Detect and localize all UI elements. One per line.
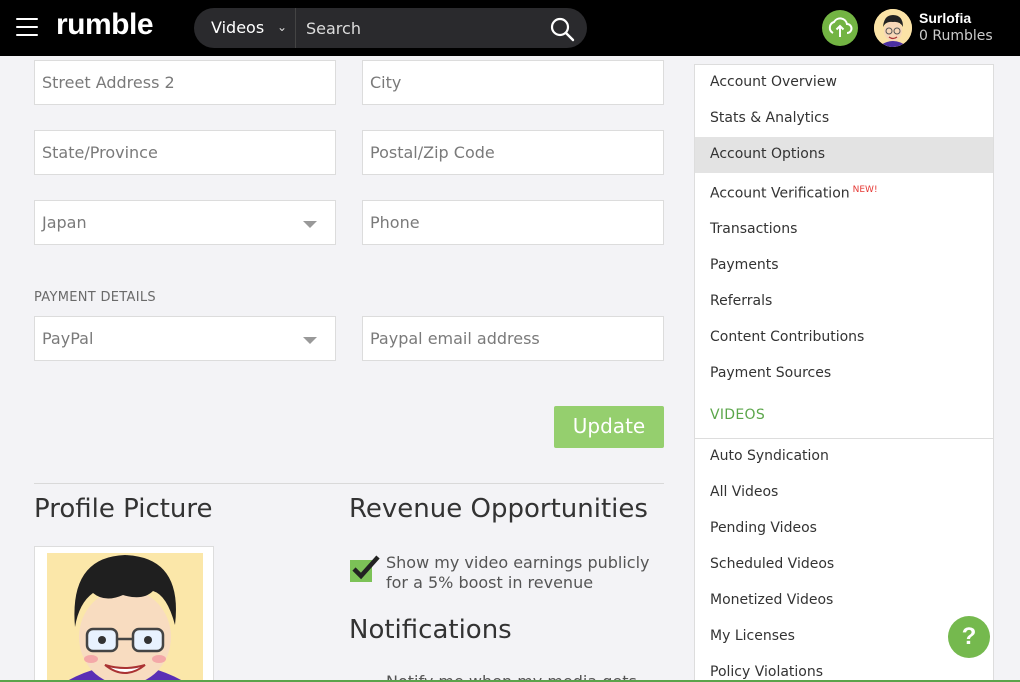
sidebar-item-monetized-videos[interactable]: Monetized Videos — [695, 583, 993, 619]
state-province-field[interactable]: State/Province — [34, 130, 336, 175]
phone-field[interactable]: Phone — [362, 200, 664, 245]
update-button[interactable]: Update — [554, 406, 664, 448]
earnings-label-line2: for a 5% boost in revenue — [386, 573, 594, 592]
user-rumbles-count: 0 Rumbles — [919, 28, 993, 44]
sidebar-item-account-verification[interactable]: Account Verification NEW! — [695, 176, 993, 212]
payment-method-value: PayPal — [42, 329, 94, 348]
sidebar-item-account-overview[interactable]: Account Overview — [695, 65, 993, 101]
payment-method-select[interactable]: PayPal — [34, 316, 336, 361]
sidebar-item-payment-sources[interactable]: Payment Sources — [695, 356, 993, 392]
hamburger-menu-icon[interactable] — [16, 18, 38, 36]
new-badge: NEW! — [852, 185, 878, 195]
chevron-down-icon: ⌄ — [276, 20, 287, 34]
search-bar: Videos ⌄ — [194, 8, 587, 48]
help-button[interactable]: ? — [948, 616, 990, 658]
user-name[interactable]: Surlofia — [919, 10, 971, 26]
paypal-email-field[interactable]: Paypal email address — [362, 316, 664, 361]
city-field[interactable]: City — [362, 60, 664, 105]
checkmark-icon — [352, 555, 380, 580]
sidebar-item-auto-syndication[interactable]: Auto Syndication — [695, 439, 993, 475]
earnings-label-line1: Show my video earnings publicly — [386, 553, 650, 572]
account-side-menu: Account Overview Stats & Analytics Accou… — [694, 64, 994, 682]
videos-section-heading: VIDEOS — [710, 407, 766, 423]
sidebar-item-transactions[interactable]: Transactions — [695, 212, 993, 248]
sidebar-item-stats-analytics[interactable]: Stats & Analytics — [695, 101, 993, 137]
upload-icon[interactable] — [822, 10, 858, 46]
top-navigation-bar: rumble Videos ⌄ Surlofia 0 Rumbles — [0, 0, 1020, 56]
search-icon[interactable] — [549, 16, 575, 42]
sidebar-item-all-videos[interactable]: All Videos — [695, 475, 993, 511]
rumble-logo[interactable]: rumble — [56, 8, 154, 42]
sidebar-item-payments[interactable]: Payments — [695, 248, 993, 284]
dropdown-arrow-icon — [303, 337, 317, 344]
notifications-title: Notifications — [349, 615, 512, 645]
country-select[interactable]: Japan — [34, 200, 336, 245]
sidebar-item-referrals[interactable]: Referrals — [695, 284, 993, 320]
profile-picture-title: Profile Picture — [34, 494, 213, 524]
earnings-public-checkbox[interactable] — [350, 555, 380, 582]
sidebar-item-pending-videos[interactable]: Pending Videos — [695, 511, 993, 547]
search-category-select[interactable]: Videos ⌄ — [194, 8, 296, 48]
sidebar-item-policy-violations[interactable]: Policy Violations — [695, 655, 993, 682]
payment-details-heading: PAYMENT DETAILS — [34, 290, 156, 305]
sidebar-item-scheduled-videos[interactable]: Scheduled Videos — [695, 547, 993, 583]
sidebar-item-label: Account Verification — [710, 185, 850, 202]
search-input[interactable] — [298, 8, 538, 48]
section-divider — [34, 483, 664, 484]
sidebar-item-content-contributions[interactable]: Content Contributions — [695, 320, 993, 356]
search-category-value: Videos — [211, 18, 265, 37]
profile-picture[interactable] — [34, 546, 214, 682]
postal-zip-field[interactable]: Postal/Zip Code — [362, 130, 664, 175]
dropdown-arrow-icon — [303, 221, 317, 228]
street-address-2-field[interactable]: Street Address 2 — [34, 60, 336, 105]
revenue-opportunities-title: Revenue Opportunities — [349, 494, 648, 524]
sidebar-item-account-options[interactable]: Account Options — [695, 137, 993, 173]
country-value: Japan — [42, 213, 87, 232]
earnings-public-label: Show my video earnings publicly for a 5%… — [386, 553, 666, 593]
avatar[interactable] — [874, 9, 912, 47]
